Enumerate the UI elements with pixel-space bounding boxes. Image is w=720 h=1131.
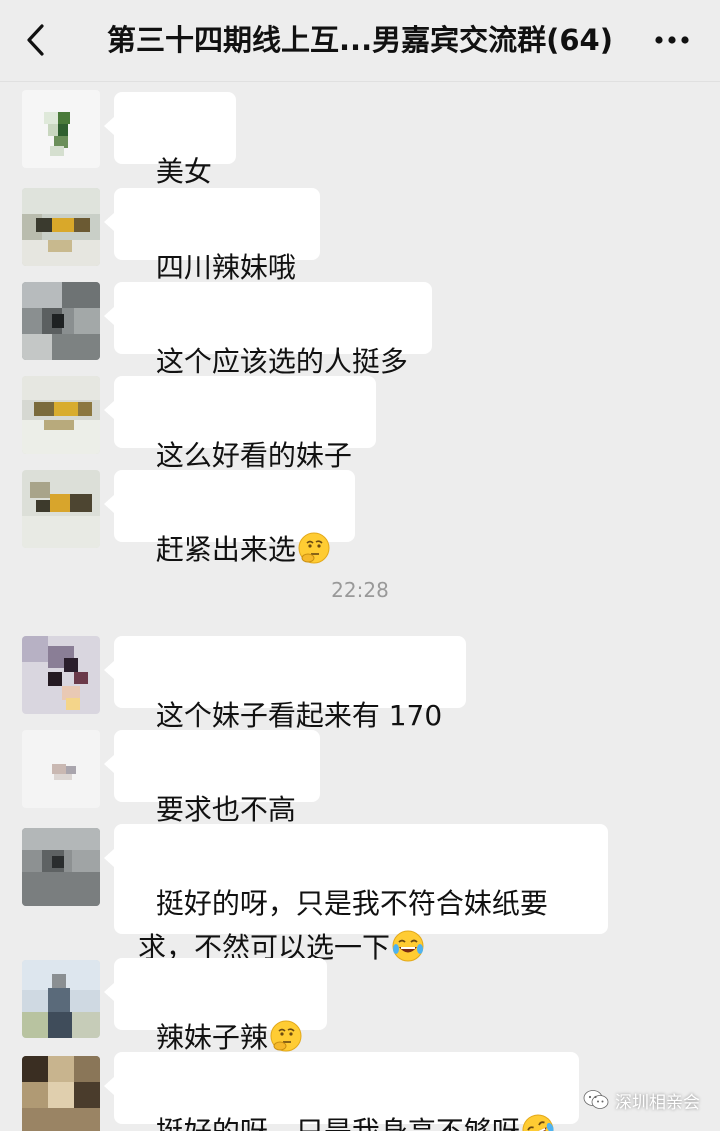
avatar[interactable]: [22, 282, 100, 360]
message-text: 这么好看的妹子: [155, 439, 352, 472]
avatar[interactable]: [22, 188, 100, 266]
back-button[interactable]: [14, 18, 58, 62]
avatar[interactable]: [22, 90, 100, 168]
message-bubble[interactable]: 美女: [104, 92, 236, 188]
avatar[interactable]: [22, 636, 100, 714]
timestamp: 22:28: [331, 578, 389, 602]
message-text: 这个应该选的人挺多: [155, 345, 408, 378]
chevron-left-icon: [27, 24, 44, 56]
avatar[interactable]: [22, 1056, 100, 1131]
message-bubble[interactable]: 这个妹子看起来有 170: [103, 636, 467, 732]
message-text: 辣妹子辣: [155, 1021, 268, 1054]
wechat-icon: [583, 1090, 609, 1109]
chat-header: 第三十四期线上互...男嘉宾交流群(64): [0, 0, 720, 82]
message-bubble[interactable]: 这么好看的妹子: [104, 376, 376, 472]
message-bubble[interactable]: 挺好的呀，只是我身高不够呀: [104, 1052, 579, 1131]
thinking-face-icon: [298, 532, 330, 564]
message-bubble[interactable]: 赶紧出来选: [104, 470, 355, 566]
message-text: 这个妹子看起来有 170: [155, 699, 443, 732]
avatar[interactable]: [22, 376, 100, 454]
message-bubble[interactable]: 挺好的呀，只是我不符合妹纸要 求，不然可以选一下: [104, 824, 608, 964]
message-bubble[interactable]: 要求也不高: [104, 730, 320, 826]
avatar[interactable]: [22, 470, 100, 548]
tears-of-joy-icon: [392, 930, 424, 962]
avatar[interactable]: [22, 960, 100, 1038]
watermark: 深圳相亲会: [583, 1085, 700, 1115]
message-text: 挺好的呀，只是我身高不够呀: [156, 1115, 520, 1131]
avatar[interactable]: [22, 828, 100, 906]
message-text: 挺好的呀，只是我不符合妹纸要 求，不然可以选一下: [138, 887, 548, 964]
message-text: 要求也不高: [155, 793, 296, 826]
message-text: 四川辣妹哦: [155, 251, 296, 284]
avatar[interactable]: [22, 730, 100, 808]
message-bubble[interactable]: 辣妹子辣: [104, 958, 327, 1054]
more-options-button[interactable]: [644, 18, 700, 62]
message-text: 赶紧出来选: [155, 533, 296, 566]
thinking-face-icon: [270, 1020, 302, 1052]
rolling-laughing-icon: [522, 1114, 554, 1131]
message-bubble[interactable]: 四川辣妹哦: [104, 188, 320, 284]
chat-title: 第三十四期线上互...男嘉宾交流群(64): [107, 23, 613, 57]
message-text: 美女: [155, 155, 212, 188]
watermark-text: 深圳相亲会: [615, 1092, 700, 1113]
more-dots-icon: [655, 36, 689, 44]
message-bubble[interactable]: 这个应该选的人挺多: [104, 282, 432, 378]
